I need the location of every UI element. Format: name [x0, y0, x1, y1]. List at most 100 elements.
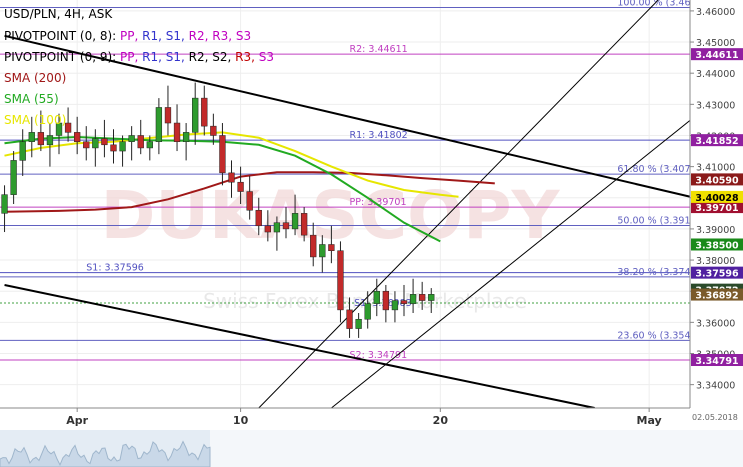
candle-body[interactable]: [364, 303, 371, 320]
candle-body[interactable]: [201, 97, 208, 127]
candle-body[interactable]: [83, 141, 90, 149]
instrument-title: USD/PLN, 4H, ASK: [4, 7, 113, 21]
legend-pivot-row: PIVOTPOINT (0, 9): PP, R1, S1, R2, S2, R…: [4, 50, 274, 64]
candle-body[interactable]: [119, 141, 126, 152]
candle-body[interactable]: [137, 135, 144, 149]
indicator-price-tag-text: 3.38500: [695, 240, 739, 251]
candle-body[interactable]: [310, 234, 317, 258]
level-price-tag-text: 3.39701: [695, 203, 738, 214]
candle-body[interactable]: [92, 138, 99, 149]
candle-body[interactable]: [355, 318, 362, 329]
y-tick-label: 3.45000: [696, 38, 735, 49]
level-label: 50.00 % (3.3911): [617, 215, 700, 226]
candle-body[interactable]: [246, 191, 253, 211]
candle-body[interactable]: [192, 97, 199, 133]
y-tick-label: 3.36000: [696, 318, 735, 329]
candle-body[interactable]: [428, 294, 435, 301]
y-tick-label: 3.46000: [696, 7, 735, 18]
candle-body[interactable]: [319, 244, 326, 258]
watermark-logo-text: DUKASCOPY: [101, 177, 561, 254]
level-label: 38.20 % (3.3746): [617, 267, 700, 278]
candle-body[interactable]: [255, 209, 262, 227]
legend-pivot-label: PIVOTPOINT (0, 9):: [4, 50, 120, 64]
y-tick-label: 3.44000: [696, 69, 735, 80]
x-tick-label: 10: [233, 414, 249, 427]
candle-body[interactable]: [228, 172, 235, 183]
legend-pivot-item: S3: [259, 50, 274, 64]
candle-body[interactable]: [128, 135, 135, 142]
legend-pivot-label: PIVOTPOINT (0, 8):: [4, 29, 120, 43]
candle-body[interactable]: [346, 309, 353, 329]
date-stamp: 02.05.2018: [692, 413, 738, 422]
candle-body[interactable]: [74, 132, 81, 142]
level-label: PP: 3.39701: [350, 197, 407, 208]
candle-body[interactable]: [28, 132, 35, 142]
x-tick-label: Apr: [66, 414, 88, 427]
candle-body[interactable]: [101, 138, 108, 146]
candle-body[interactable]: [382, 290, 390, 311]
price-chart[interactable]: DUKASCOPY Swiss Forex Bank & Marketplace…: [0, 0, 743, 467]
legend-sma-label: SMA (55): [4, 92, 59, 106]
candle-body[interactable]: [291, 213, 299, 230]
candle-body[interactable]: [409, 294, 417, 304]
legend-pivot-item: R3,: [212, 29, 236, 43]
candle-body[interactable]: [210, 125, 217, 136]
legend-pivot-item: S2,: [212, 50, 235, 64]
candle-body[interactable]: [19, 141, 26, 161]
candle-body[interactable]: [173, 122, 181, 142]
y-tick-label: 3.38000: [696, 256, 735, 267]
price-axis: 3.460003.450003.440003.430003.420003.410…: [689, 0, 743, 467]
legend-pivot-item: PP,: [120, 29, 142, 43]
candle-body[interactable]: [273, 222, 281, 233]
candle-body[interactable]: [146, 141, 153, 149]
candle-body[interactable]: [182, 132, 190, 142]
legend-pivot-item: R1,: [142, 29, 166, 43]
candle-body[interactable]: [419, 294, 426, 301]
level-label: 61.80 % (3.4076): [617, 164, 700, 175]
legend-pivot-item: S3: [236, 29, 251, 43]
legend-sma-label: SMA (200): [4, 71, 66, 85]
level-price-tag-text: 3.34791: [695, 356, 738, 367]
candle-body[interactable]: [237, 181, 244, 192]
x-tick-label: May: [637, 414, 662, 427]
legend-pivot-item: S1,: [166, 50, 189, 64]
level-label: R2: 3.44611: [350, 44, 408, 55]
candle-body[interactable]: [400, 300, 408, 304]
candle-body[interactable]: [337, 250, 344, 311]
legend-pivot-item: S1,: [166, 29, 189, 43]
candle-body[interactable]: [264, 225, 271, 233]
x-tick-label: 20: [433, 414, 449, 427]
legend-sma-label: SMA (100): [4, 113, 66, 127]
time-axis: Apr 10 20 May 02.05.2018: [0, 407, 743, 467]
candle-body[interactable]: [300, 213, 308, 236]
y-tick-label: 3.43000: [696, 100, 735, 111]
candle-body[interactable]: [219, 135, 226, 174]
candle-body[interactable]: [46, 135, 54, 146]
y-tick-label: 3.39000: [696, 225, 735, 236]
level-label: R1: 3.41802: [350, 130, 408, 141]
legend-pivot-item: R2,: [189, 29, 213, 43]
indicator-price-tag-text: 3.40590: [695, 175, 739, 186]
candle-body[interactable]: [373, 290, 380, 304]
legend-pivot-row: PIVOTPOINT (0, 8): PP, R1, S1, R2, R3, S…: [4, 29, 251, 43]
legend-pivot-item: R3,: [235, 50, 259, 64]
candle-body[interactable]: [155, 107, 163, 142]
candle-body[interactable]: [328, 244, 335, 251]
indicator-price-tag-text: 3.40028: [695, 193, 739, 204]
legend-pivot-item: R1,: [142, 50, 166, 64]
level-price-tag-text: 3.41852: [695, 136, 738, 147]
candle-body[interactable]: [10, 160, 17, 195]
y-tick-label: 3.41000: [696, 163, 735, 174]
legend-pivot-item: PP,: [120, 50, 142, 64]
level-label: 23.60 % (3.3542): [617, 330, 700, 341]
level-price-tag-text: 3.37596: [695, 269, 739, 280]
candle-body[interactable]: [1, 194, 8, 214]
candle-body[interactable]: [282, 222, 290, 230]
indicator-price-tag-text: 3.36892: [695, 291, 738, 302]
candle-body[interactable]: [110, 144, 117, 152]
legend-pivot-item: R2,: [189, 50, 213, 64]
candle-body[interactable]: [37, 132, 45, 146]
candle-body[interactable]: [391, 300, 399, 311]
candle-body[interactable]: [164, 107, 172, 124]
chart-root: DUKASCOPY Swiss Forex Bank & Marketplace…: [0, 0, 743, 467]
